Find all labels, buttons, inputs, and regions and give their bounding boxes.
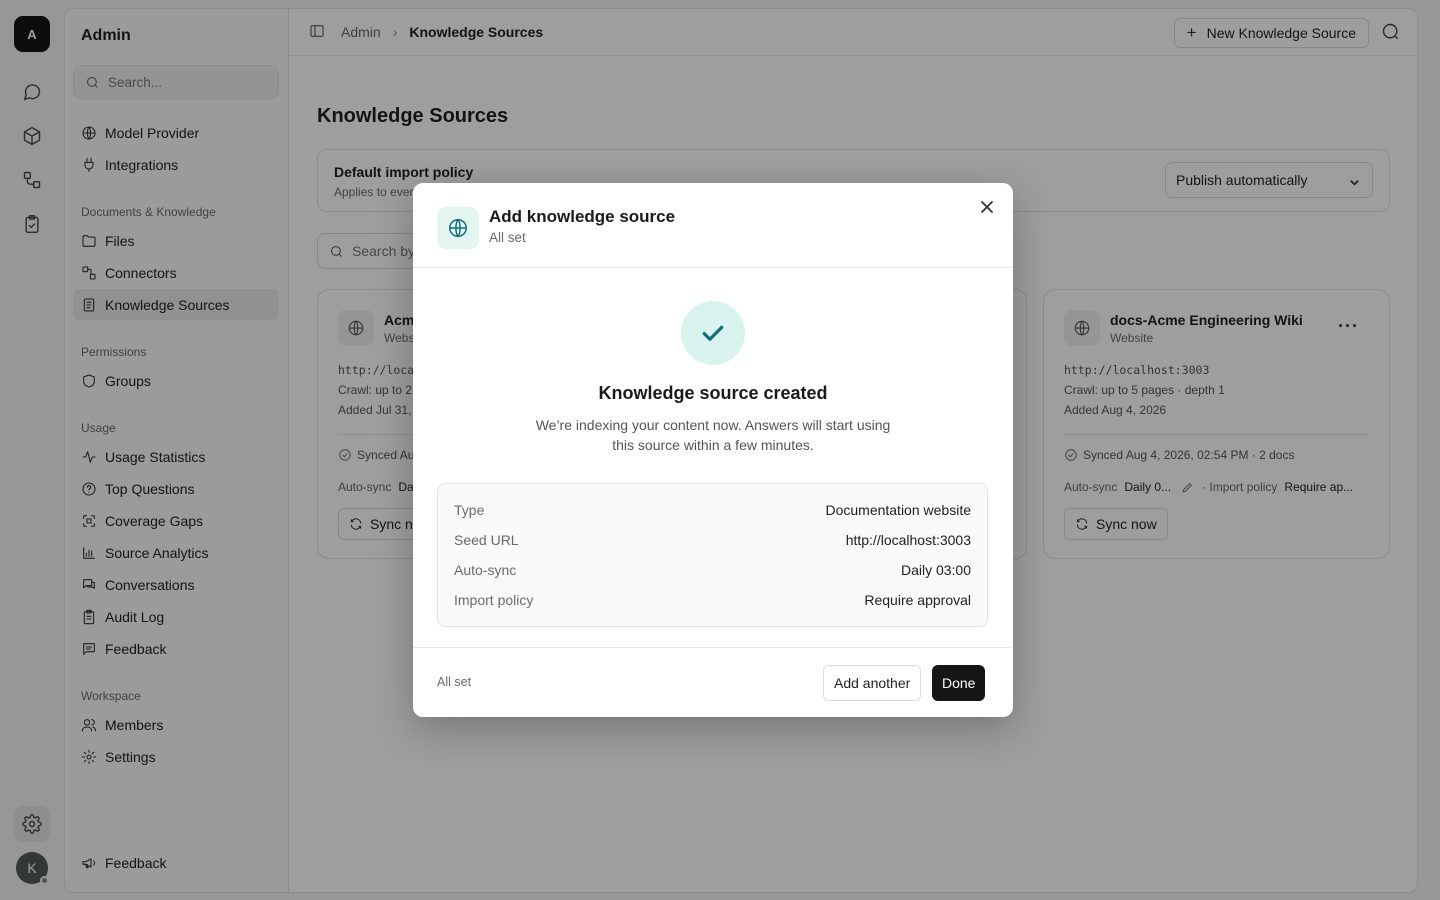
add-another-button[interactable]: Add another <box>823 665 922 701</box>
summary-row: Type Documentation website <box>454 500 971 520</box>
summary-value: Documentation website <box>825 502 971 518</box>
dialog-header: Add knowledge source All set <box>413 183 1013 268</box>
close-button[interactable] <box>979 199 997 217</box>
success-heading: Knowledge source created <box>598 383 828 403</box>
summary-value: Require approval <box>864 592 971 608</box>
summary-value: Daily 03:00 <box>900 562 971 578</box>
close-icon <box>981 201 993 213</box>
dialog-subtitle: All set <box>489 230 526 245</box>
globe-icon <box>437 207 479 249</box>
summary-row: Import policy Require approval <box>454 590 971 610</box>
footer-status: All set <box>437 675 472 689</box>
source-summary: Type Documentation website Seed URL http… <box>437 483 988 627</box>
done-button[interactable]: Done <box>932 665 986 701</box>
summary-value: http://localhost:3003 <box>845 532 971 548</box>
summary-row: Seed URL http://localhost:3003 <box>454 530 971 550</box>
success-description: We’re indexing your content now. Answers… <box>535 417 891 453</box>
summary-key: Import policy <box>454 592 534 608</box>
summary-row: Auto-sync Daily 03:00 <box>454 560 971 580</box>
add-knowledge-source-dialog: Add knowledge source All set Knowledge s… <box>413 183 1013 717</box>
dialog-title: Add knowledge source <box>489 207 676 226</box>
summary-key: Type <box>454 502 485 518</box>
summary-key: Auto-sync <box>454 562 517 578</box>
summary-key: Seed URL <box>454 532 519 548</box>
success-check-icon <box>681 301 745 365</box>
dialog-footer: All set Add another Done <box>413 647 1013 717</box>
